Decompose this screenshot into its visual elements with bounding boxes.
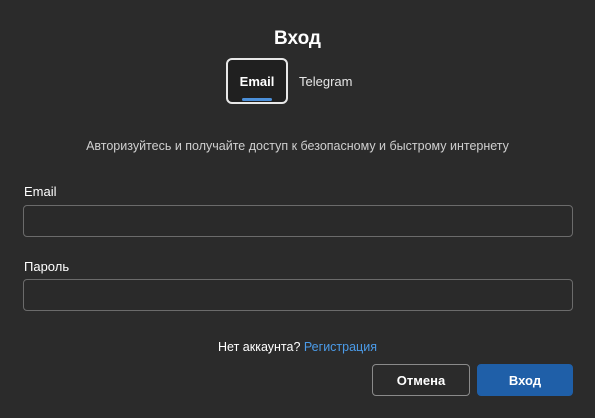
email-label: Email xyxy=(24,184,57,199)
login-button[interactable]: Вход xyxy=(477,364,573,396)
active-tab-indicator xyxy=(242,98,272,101)
tab-telegram-label: Telegram xyxy=(299,73,353,89)
email-input[interactable] xyxy=(23,205,573,237)
auth-method-tabs: Email Telegram xyxy=(226,58,352,104)
dialog-title: Вход xyxy=(274,28,321,49)
signup-question: Нет аккаунта? xyxy=(218,340,301,354)
password-input[interactable] xyxy=(23,279,573,311)
dialog-subtitle: Авторизуйтесь и получайте доступ к безоп… xyxy=(86,139,509,153)
password-label: Пароль xyxy=(24,259,70,274)
signup-link[interactable]: Регистрация xyxy=(304,340,377,354)
cancel-button[interactable]: Отмена xyxy=(372,364,470,396)
tab-email-label: Email xyxy=(239,73,275,89)
tab-telegram[interactable]: Telegram xyxy=(288,58,352,104)
signup-prompt: Нет аккаунта? Регистрация xyxy=(0,339,595,355)
tab-email[interactable]: Email xyxy=(226,58,288,104)
